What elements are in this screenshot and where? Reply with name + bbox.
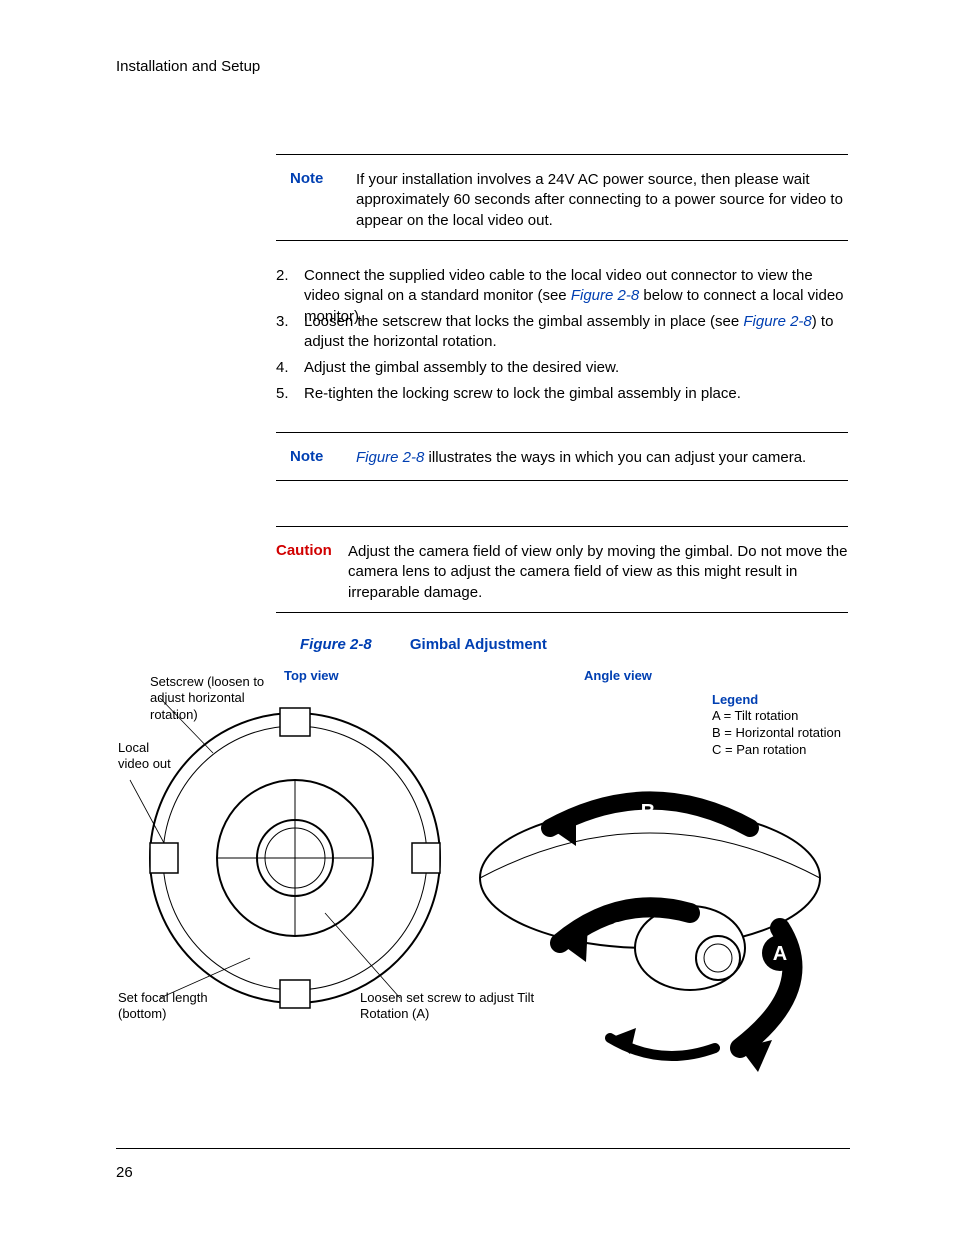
figure-caption: Figure 2-8 Gimbal Adjustment — [300, 636, 547, 653]
figure-number: Figure 2-8 — [300, 636, 372, 653]
step-text: Adjust the gimbal assembly to the desire… — [304, 358, 848, 378]
step-number: 4. — [276, 358, 289, 378]
page-number: 26 — [116, 1164, 133, 1181]
figure-illustration: B C A — [120, 688, 840, 1088]
figure-title: Gimbal Adjustment — [410, 636, 547, 653]
caution-body: Adjust the camera field of view only by … — [348, 542, 848, 603]
step-text: Re-tighten the locking screw to lock the… — [304, 384, 848, 404]
rotation-label-c: C — [611, 919, 625, 941]
note-label: Note — [290, 448, 323, 465]
rule — [276, 526, 848, 527]
gimbal-diagram-svg: B C A — [120, 688, 840, 1088]
step-number: 5. — [276, 384, 289, 404]
note-label: Note — [290, 170, 323, 187]
angle-view-label: Angle view — [584, 668, 652, 683]
section-header: Installation and Setup — [116, 58, 260, 75]
angle-view-drawing: B C A — [480, 801, 820, 1073]
step-3: 3. Loosen the setscrew that locks the gi… — [276, 312, 848, 353]
step-5: 5. Re-tighten the locking screw to lock … — [276, 384, 848, 404]
step-number: 3. — [276, 312, 289, 332]
step-4: 4. Adjust the gimbal assembly to the des… — [276, 358, 848, 378]
top-view-drawing — [130, 698, 440, 1008]
rule — [276, 432, 848, 433]
note-body: Figure 2-8 illustrates the ways in which… — [356, 448, 848, 468]
top-view-label: Top view — [284, 668, 339, 683]
note-text: illustrates the ways in which you can ad… — [424, 449, 806, 466]
rule — [276, 240, 848, 241]
step-number: 2. — [276, 266, 289, 286]
rule — [276, 612, 848, 613]
note-body: If your installation involves a 24V AC p… — [356, 170, 848, 231]
caution-label: Caution — [276, 542, 332, 559]
rotation-label-a: A — [773, 943, 787, 965]
figure-link[interactable]: Figure 2-8 — [571, 287, 639, 304]
rotation-label-b: B — [641, 801, 655, 823]
figure-link[interactable]: Figure 2-8 — [743, 313, 811, 330]
rule — [276, 480, 848, 481]
figure-link[interactable]: Figure 2-8 — [356, 449, 424, 466]
footer-rule — [116, 1148, 850, 1149]
page: Installation and Setup Note If your inst… — [0, 0, 954, 1235]
rule — [276, 154, 848, 155]
step-text: Loosen the setscrew that locks the gimba… — [304, 313, 743, 330]
